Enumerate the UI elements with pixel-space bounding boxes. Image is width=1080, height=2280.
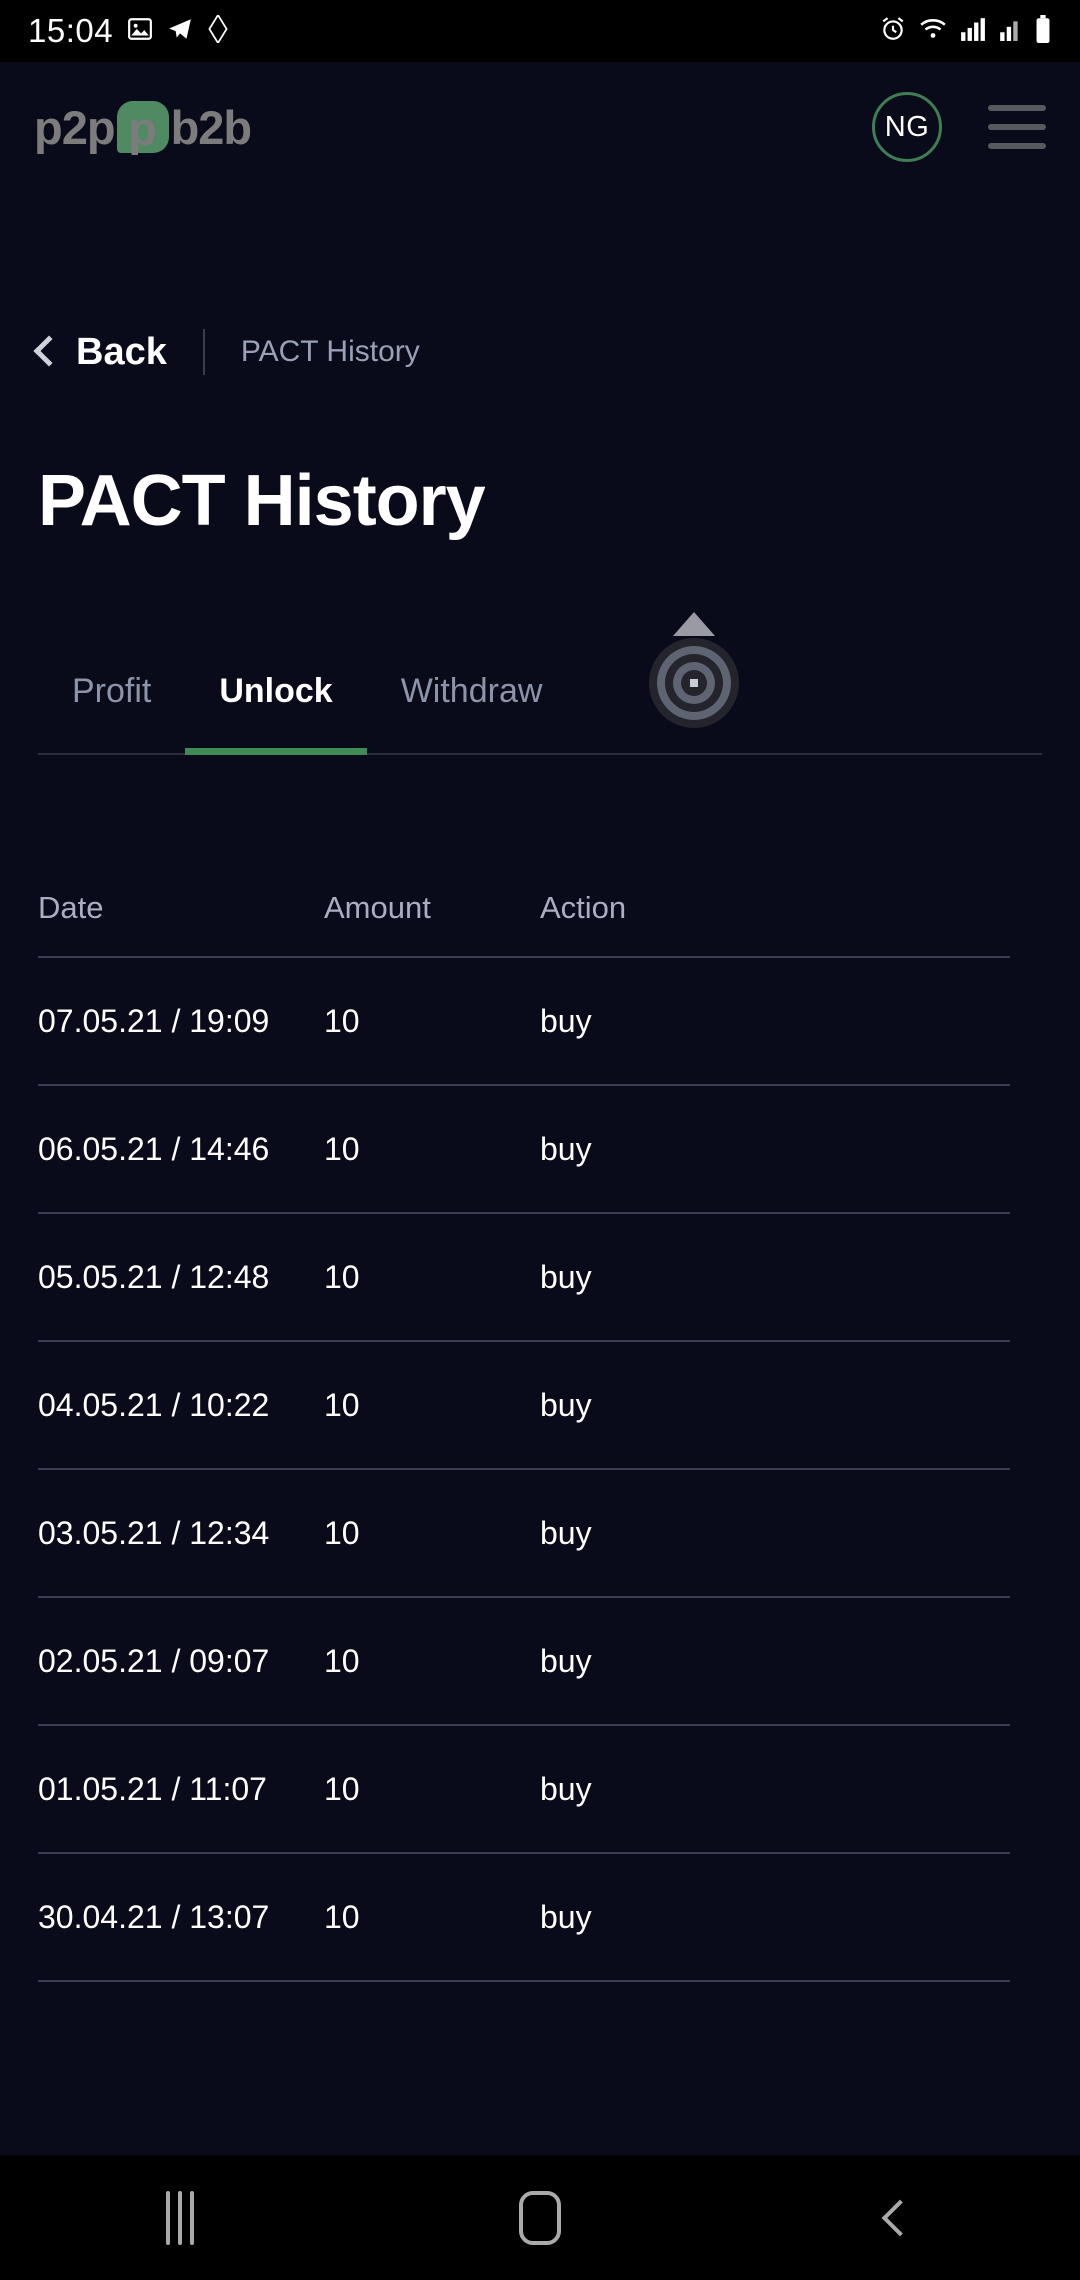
nav-back-button[interactable]: [800, 2155, 1000, 2280]
back-chevron-icon: [881, 2199, 919, 2236]
recents-icon: [166, 2190, 194, 2245]
recents-bar: [166, 2190, 170, 2245]
hamburger-bar: [988, 124, 1046, 130]
hamburger-menu-icon[interactable]: [988, 105, 1046, 149]
cell-action: buy: [540, 1898, 592, 1935]
cell-action: buy: [540, 1386, 592, 1423]
table-row[interactable]: 04.05.21 / 10:22 10 buy: [38, 1342, 1010, 1468]
cell-amount: 10: [324, 1770, 360, 1807]
cell-date: 05.05.21 / 12:48: [38, 1258, 270, 1295]
cell-amount: 10: [324, 1386, 360, 1423]
table-row[interactable]: 03.05.21 / 12:34 10 buy: [38, 1470, 1010, 1596]
table-row[interactable]: 05.05.21 / 12:48 10 buy: [38, 1214, 1010, 1340]
cell-action: buy: [540, 1002, 592, 1039]
signal-2-icon: [999, 17, 1021, 46]
avatar-initials: NG: [884, 110, 930, 143]
status-bar-right: [880, 14, 1052, 48]
cell-date: 30.04.21 / 13:07: [38, 1898, 270, 1935]
tab-withdraw[interactable]: Withdraw: [367, 672, 577, 753]
app-header: p2p p b2b NG: [0, 62, 1080, 192]
chevron-left-icon: [33, 335, 65, 367]
status-bar: 15:04: [0, 0, 1080, 62]
table-row[interactable]: 02.05.21 / 09:07 10 buy: [38, 1598, 1010, 1724]
telegram-icon: [167, 16, 193, 47]
logo-prefix: p2p: [34, 100, 116, 154]
cell-amount: 10: [324, 1002, 360, 1039]
avatar[interactable]: NG: [872, 92, 942, 162]
cell-date: 06.05.21 / 14:46: [38, 1130, 270, 1167]
breadcrumb-current: PACT History: [240, 335, 420, 368]
hamburger-bar: [988, 105, 1046, 111]
column-header-amount: Amount: [324, 890, 431, 925]
cell-date: 01.05.21 / 11:07: [38, 1770, 267, 1807]
recents-bar: [178, 2190, 182, 2245]
hamburger-bar: [988, 143, 1046, 149]
nav-home-button[interactable]: [440, 2155, 640, 2280]
status-bar-left: 15:04: [28, 12, 229, 50]
table-body: 07.05.21 / 19:09 10 buy 06.05.21 / 14:46…: [38, 958, 1010, 1982]
row-divider: [38, 1980, 1010, 1982]
nav-recents-button[interactable]: [80, 2155, 280, 2280]
table-header-row: Date Amount Action: [38, 860, 1010, 956]
battery-icon: [1034, 14, 1052, 48]
cell-amount: 10: [324, 1898, 360, 1935]
app-screen: 15:04 p2p p b2b NG Back PACT History PAC…: [0, 0, 1080, 2280]
breadcrumb-divider: [202, 329, 205, 375]
cell-action: buy: [540, 1642, 592, 1679]
target-center-dot: [690, 679, 698, 687]
screen-recorder-overlay[interactable]: [648, 612, 740, 742]
cell-amount: 10: [324, 1642, 360, 1679]
page-title: PACT History: [38, 461, 486, 541]
home-icon: [519, 2190, 561, 2245]
column-header-date: Date: [38, 890, 104, 925]
cell-amount: 10: [324, 1514, 360, 1551]
logo-suffix: b2b: [170, 100, 253, 154]
target-ring: [673, 662, 715, 704]
logo-mark-icon: p: [116, 101, 169, 155]
recents-bar: [190, 2190, 194, 2245]
signal-icon: [960, 17, 986, 46]
table-row[interactable]: 06.05.21 / 14:46 10 buy: [38, 1086, 1010, 1212]
column-header-action: Action: [540, 890, 627, 925]
app-header-actions: NG: [872, 92, 1046, 162]
target-icon[interactable]: [649, 638, 739, 728]
gallery-icon: [127, 16, 153, 47]
cell-amount: 10: [324, 1130, 360, 1167]
cell-amount: 10: [324, 1258, 360, 1295]
cell-date: 04.05.21 / 10:22: [38, 1386, 270, 1423]
target-ring: [657, 646, 731, 720]
cell-action: buy: [540, 1130, 592, 1167]
target-ring: [665, 654, 723, 712]
cell-date: 07.05.21 / 19:09: [38, 1002, 270, 1039]
back-button[interactable]: Back: [33, 330, 167, 374]
alarm-icon: [880, 16, 906, 47]
target-ring: [681, 670, 707, 696]
cell-date: 03.05.21 / 12:34: [38, 1514, 270, 1551]
cell-action: buy: [540, 1514, 592, 1551]
diamond-icon: [207, 12, 229, 48]
table-row[interactable]: 07.05.21 / 19:09 10 buy: [38, 958, 1010, 1084]
history-table: Date Amount Action 07.05.21 / 19:09 10 b…: [38, 860, 1010, 1982]
cell-action: buy: [540, 1258, 592, 1295]
tab-unlock[interactable]: Unlock: [185, 672, 368, 755]
triangle-up-icon: [673, 612, 715, 636]
table-row[interactable]: 30.04.21 / 13:07 10 buy: [38, 1854, 1010, 1980]
status-time: 15:04: [28, 12, 114, 49]
cell-date: 02.05.21 / 09:07: [38, 1642, 270, 1679]
table-header: Date Amount Action: [38, 860, 1010, 958]
cell-action: buy: [540, 1770, 592, 1807]
android-nav-bar: [0, 2155, 1080, 2280]
wifi-icon: [919, 16, 947, 47]
tab-profit[interactable]: Profit: [38, 672, 185, 753]
tab-bar: Profit Unlock Withdraw: [38, 672, 1042, 755]
logo-mark-letter: p: [128, 102, 157, 155]
app-logo[interactable]: p2p p b2b: [34, 99, 253, 155]
table-row[interactable]: 01.05.21 / 11:07 10 buy: [38, 1726, 1010, 1852]
back-label: Back: [76, 330, 167, 373]
breadcrumb: Back PACT History: [33, 322, 420, 382]
